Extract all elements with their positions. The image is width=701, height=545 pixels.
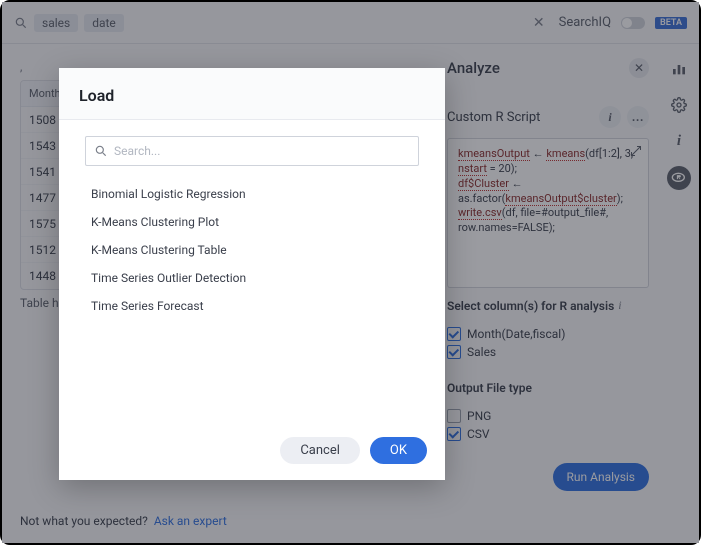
ok-button[interactable]: OK <box>370 437 427 464</box>
cancel-button[interactable]: Cancel <box>280 437 360 464</box>
list-item[interactable]: K-Means Clustering Plot <box>85 208 419 236</box>
list-item[interactable]: K-Means Clustering Table <box>85 236 419 264</box>
list-item[interactable]: Time Series Forecast <box>85 292 419 320</box>
app-window: sales date ✕ SearchIQ BETA , Month 1508 … <box>2 2 699 543</box>
load-modal: Load Binomial Logistic Regression K-Mean… <box>59 68 445 480</box>
list-item[interactable]: Binomial Logistic Regression <box>85 180 419 208</box>
search-icon <box>94 144 108 158</box>
modal-title: Load <box>79 86 425 105</box>
modal-search-input[interactable] <box>114 144 410 158</box>
list-item[interactable]: Time Series Outlier Detection <box>85 264 419 292</box>
modal-body: Binomial Logistic Regression K-Means Clu… <box>59 120 445 425</box>
modal-footer: Cancel OK <box>59 425 445 480</box>
modal-header: Load <box>59 68 445 120</box>
template-list: Binomial Logistic Regression K-Means Clu… <box>85 180 419 320</box>
modal-search-field[interactable] <box>85 136 419 166</box>
